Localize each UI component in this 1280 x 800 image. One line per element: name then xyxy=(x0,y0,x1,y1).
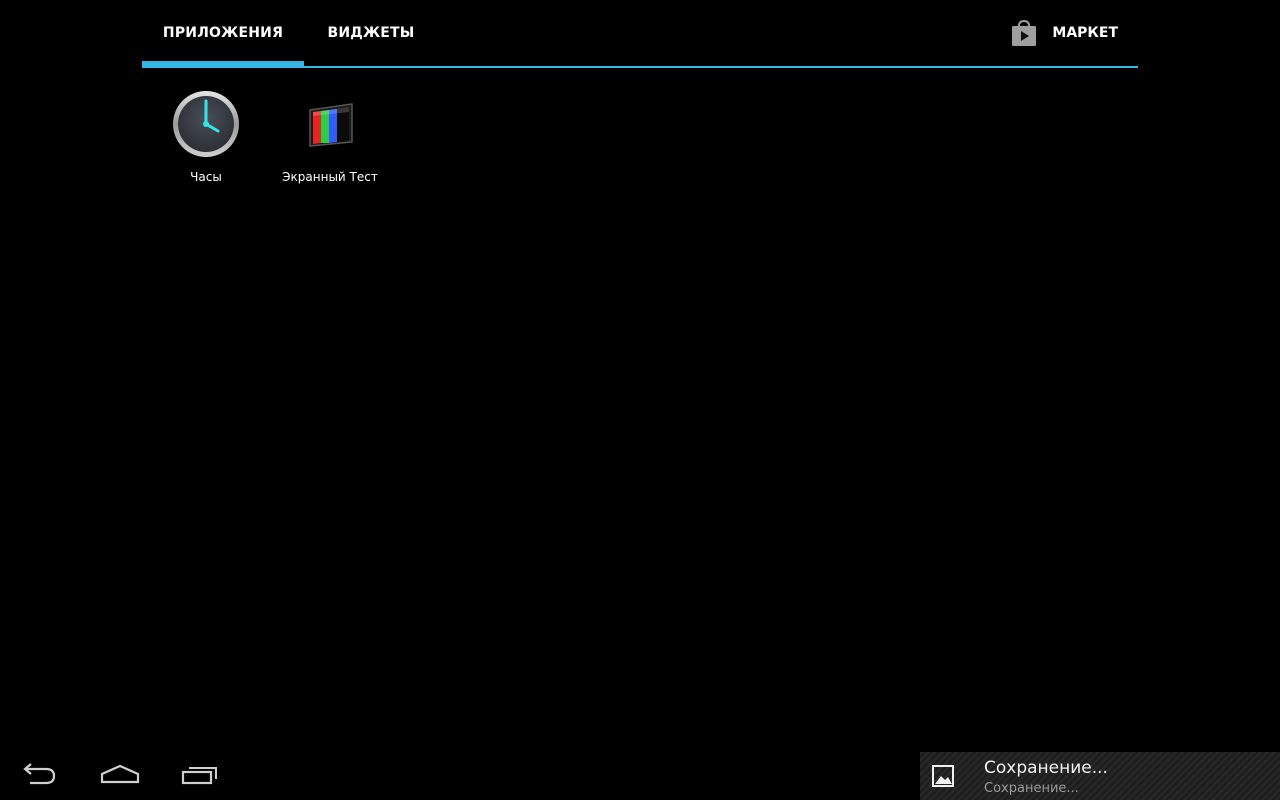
app-drawer-screen: ПРИЛОЖЕНИЯ ВИДЖЕТЫ МАРКЕТ Часы Экранный … xyxy=(0,0,1280,800)
notification-title: Сохранение... xyxy=(984,758,1108,778)
back-button[interactable] xyxy=(0,752,80,800)
tab-widgets-label: ВИДЖЕТЫ xyxy=(327,25,415,41)
image-icon xyxy=(932,765,954,787)
tab-bar-divider xyxy=(142,66,1138,68)
saving-notification[interactable]: Сохранение... Сохранение... xyxy=(920,752,1280,800)
clock-icon xyxy=(170,88,242,160)
notification-text: Сохранение... xyxy=(984,781,1079,796)
tab-widgets[interactable]: ВИДЖЕТЫ xyxy=(324,0,418,66)
market-button[interactable]: МАРКЕТ xyxy=(1010,0,1118,66)
recent-apps-button[interactable] xyxy=(160,752,240,800)
back-icon xyxy=(22,763,58,789)
tab-apps-label: ПРИЛОЖЕНИЯ xyxy=(162,25,284,41)
app-screen-test[interactable]: Экранный Тест xyxy=(266,86,394,186)
app-screen-test-label: Экранный Тест xyxy=(282,170,378,184)
app-clock-label: Часы xyxy=(190,170,222,184)
tab-apps[interactable]: ПРИЛОЖЕНИЯ xyxy=(142,0,304,67)
app-clock[interactable]: Часы xyxy=(142,86,270,186)
app-drawer-tab-bar: ПРИЛОЖЕНИЯ ВИДЖЕТЫ МАРКЕТ xyxy=(142,0,1138,68)
home-button[interactable] xyxy=(80,752,160,800)
home-icon xyxy=(100,763,140,789)
screen-test-icon xyxy=(294,88,366,160)
market-bag-icon xyxy=(1010,19,1038,47)
system-navigation-bar: Сохранение... Сохранение... xyxy=(0,752,1280,800)
market-label: МАРКЕТ xyxy=(1052,25,1118,41)
recent-apps-icon xyxy=(181,763,219,789)
